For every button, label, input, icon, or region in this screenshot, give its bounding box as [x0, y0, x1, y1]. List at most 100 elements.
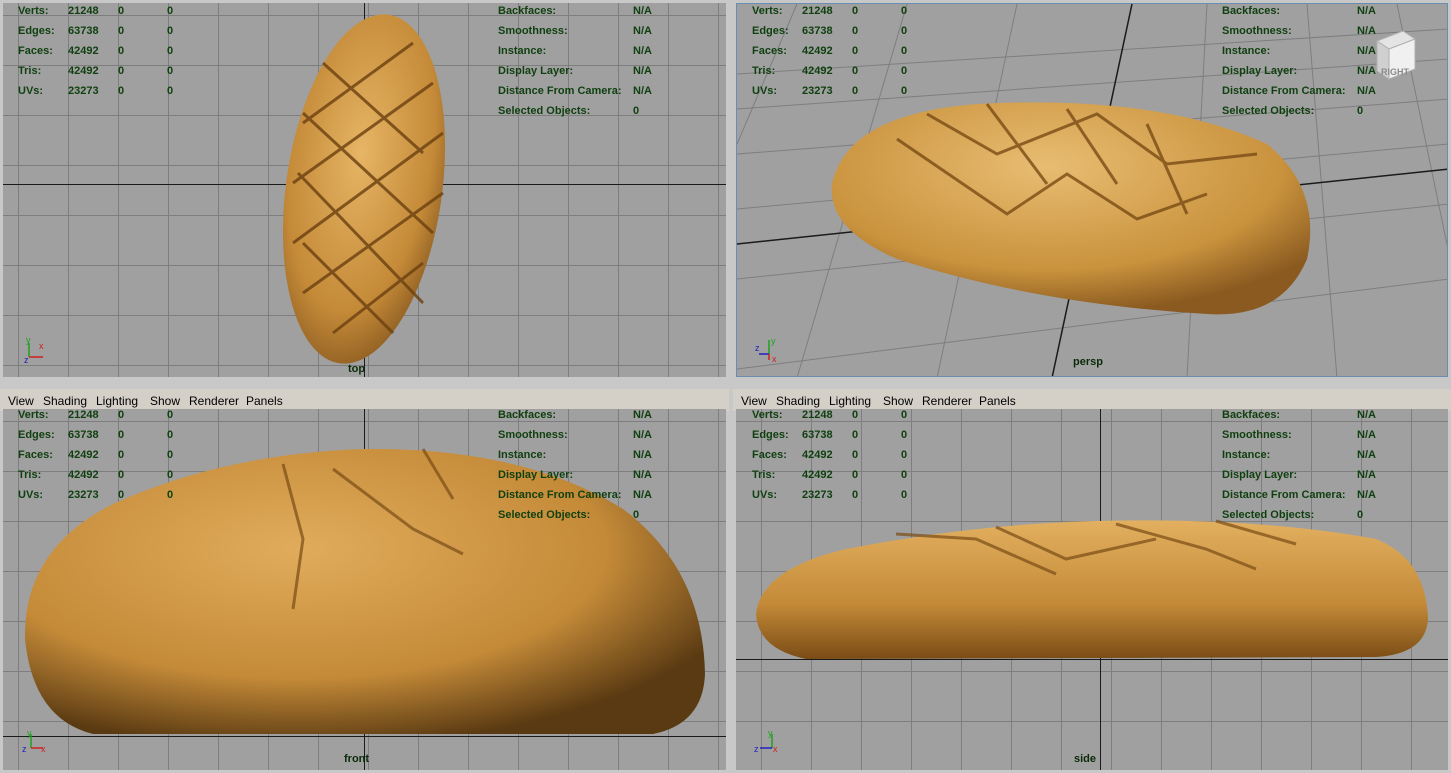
bread-model-front[interactable]	[3, 409, 726, 770]
hud-value: 0	[118, 85, 125, 97]
hud-value: 23273	[68, 85, 99, 97]
hud-info-value: N/A	[1357, 489, 1376, 501]
hud-value: 42492	[802, 65, 833, 77]
hud-value: 0	[118, 469, 125, 481]
hud-value: 0	[852, 85, 859, 97]
hud-info-value: N/A	[1357, 429, 1376, 441]
hud-value: 0	[852, 65, 859, 77]
hud-value: 42492	[68, 45, 99, 57]
hud-label-smoothness: Smoothness:	[1222, 25, 1292, 37]
bread-model-top[interactable]	[3, 3, 726, 377]
viewport-pane-side: View Shading Lighting Show Renderer Pane…	[733, 388, 1451, 773]
bread-model-persp[interactable]	[737, 4, 1448, 377]
hud-value: 63738	[802, 25, 833, 37]
viewport-pane-top: yx z top	[0, 0, 729, 380]
hud-label-backfaces: Backfaces:	[1222, 409, 1281, 421]
hud-value: 0	[901, 5, 908, 17]
hud-value: 0	[852, 489, 859, 501]
hud-value: 0	[901, 25, 908, 37]
hud-value: 42492	[68, 469, 99, 481]
hud-value: 0	[852, 449, 859, 461]
hud-value: 0	[167, 45, 174, 57]
hud-value: 63738	[68, 25, 99, 37]
hud-value: 0	[167, 469, 174, 481]
viewcube-label: RIGHT	[1381, 67, 1409, 77]
viewport-top[interactable]: yx z top	[3, 3, 726, 377]
hud-info-value: N/A	[633, 85, 652, 97]
hud-value: 0	[852, 45, 859, 57]
menu-show[interactable]: Show	[150, 394, 180, 408]
hud-value: 42492	[802, 45, 833, 57]
hud-value: 0	[167, 409, 174, 421]
menu-view[interactable]: View	[741, 394, 767, 408]
hud-value: 0	[118, 65, 125, 77]
hud-value: 0	[901, 85, 908, 97]
hud-value: 0	[167, 429, 174, 441]
hud-info-value: 0	[1357, 105, 1364, 117]
bread-model-side[interactable]	[736, 409, 1448, 770]
hud-info-value: N/A	[633, 429, 652, 441]
hud-label-backfaces: Backfaces:	[1222, 5, 1281, 17]
menu-shading[interactable]: Shading	[776, 394, 820, 408]
svg-text:y: y	[26, 337, 31, 345]
hud-value: 21248	[802, 409, 833, 421]
menu-lighting[interactable]: Lighting	[96, 394, 138, 408]
hud-label-uvs: UVs:	[18, 85, 44, 97]
hud-label-tris: Tris:	[752, 469, 776, 481]
hud-value: 21248	[68, 409, 99, 421]
hud-info-value: N/A	[633, 409, 652, 421]
menu-lighting[interactable]: Lighting	[829, 394, 871, 408]
svg-text:y: y	[27, 730, 32, 738]
hud-value: 0	[167, 25, 174, 37]
hud-label-display-layer: Display Layer:	[498, 469, 574, 481]
hud-label-instance: Instance:	[1222, 449, 1271, 461]
hud-label-instance: Instance:	[498, 45, 547, 57]
hud-value: 0	[852, 409, 859, 421]
svg-text:z: z	[754, 744, 759, 754]
hud-label-uvs: UVs:	[752, 489, 778, 501]
hud-label-selected: Selected Objects:	[498, 105, 591, 117]
hud-label-selected: Selected Objects:	[1222, 105, 1315, 117]
viewport-pane-front: View Shading Lighting Show Renderer Pane…	[0, 388, 729, 773]
viewport-side[interactable]: y z x side	[736, 409, 1448, 770]
svg-text:z: z	[755, 343, 760, 353]
menu-renderer[interactable]: Renderer	[189, 394, 239, 408]
hud-label-smoothness: Smoothness:	[498, 25, 568, 37]
svg-text:x: x	[772, 354, 777, 362]
menu-renderer[interactable]: Renderer	[922, 394, 972, 408]
menu-panels[interactable]: Panels	[246, 394, 283, 408]
hud-value: 63738	[68, 429, 99, 441]
menu-show[interactable]: Show	[883, 394, 913, 408]
hud-value: 0	[852, 25, 859, 37]
hud-value: 23273	[68, 489, 99, 501]
hud-value: 42492	[802, 469, 833, 481]
hud-info-value: N/A	[1357, 65, 1376, 77]
hud-label-faces: Faces:	[18, 45, 53, 57]
hud-value: 0	[118, 5, 125, 17]
hud-value: 0	[167, 489, 174, 501]
hud-label-tris: Tris:	[752, 65, 776, 77]
svg-text:x: x	[773, 744, 778, 754]
hud-value: 0	[852, 429, 859, 441]
menu-panels[interactable]: Panels	[979, 394, 1016, 408]
hud-info-value: N/A	[633, 489, 652, 501]
hud-info-value: N/A	[1357, 5, 1376, 17]
viewport-front[interactable]: yz x front	[3, 409, 726, 770]
hud-value: 0	[118, 489, 125, 501]
hud-value: 21248	[802, 5, 833, 17]
hud-label-faces: Faces:	[752, 45, 787, 57]
menu-shading[interactable]: Shading	[43, 394, 87, 408]
viewport-persp[interactable]: RIGHT y z x persp	[736, 3, 1448, 377]
hud-label-edges: Edges:	[752, 429, 789, 441]
hud-label-faces: Faces:	[18, 449, 53, 461]
hud-value: 23273	[802, 489, 833, 501]
hud-label-distance: Distance From Camera:	[498, 85, 622, 97]
svg-text:y: y	[768, 730, 773, 738]
viewport-pane-persp: RIGHT y z x persp	[733, 0, 1451, 380]
menu-view[interactable]: View	[8, 394, 34, 408]
viewcube[interactable]: RIGHT	[1373, 29, 1417, 81]
hud-info-value: N/A	[1357, 25, 1376, 37]
hud-value: 0	[118, 409, 125, 421]
hud-label-tris: Tris:	[18, 65, 42, 77]
hud-value: 42492	[68, 65, 99, 77]
